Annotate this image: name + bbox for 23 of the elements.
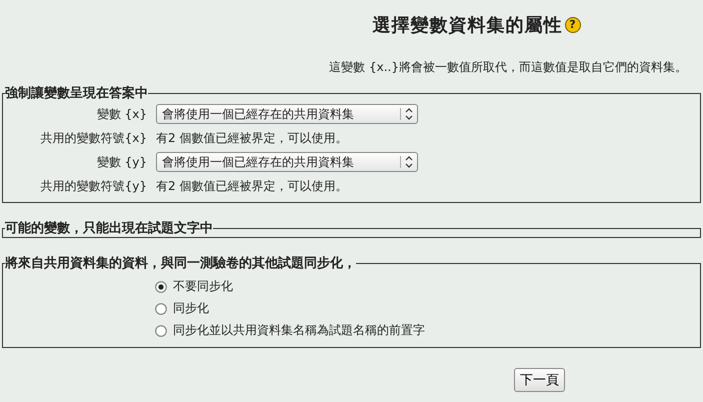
radio-button[interactable]: [155, 280, 167, 292]
option-label: 不要同步化: [173, 278, 233, 295]
field-label: 變數 {y}: [96, 154, 147, 170]
radio-button[interactable]: [155, 302, 167, 314]
caret-icon: [400, 108, 413, 120]
help-icon[interactable]: ?: [564, 17, 580, 33]
radio-button[interactable]: [155, 324, 167, 336]
info-text: 有2 個數值已經被界定，可以使用。: [156, 130, 348, 146]
next-button[interactable]: 下一頁: [514, 368, 565, 392]
section-legend: 可能的變數，只能出現在試題文字中: [5, 219, 213, 237]
page-title: 選擇變數資料集的屬性: [372, 14, 562, 37]
caret-icon: [400, 156, 413, 168]
field-label: 共用的變數符號{x}: [40, 130, 147, 146]
section-legend: 將來自共用資料集的資料，與同一測驗卷的其他試題同步化，: [5, 254, 356, 272]
option-label: 同步化並以共用資料集名稱為試題名稱的前置字: [173, 322, 425, 339]
field-label: 共用的變數符號{y}: [40, 178, 147, 194]
intro-text: 這變數 {x..}將會被一數值所取代，而這數值是取自它們的資料集。: [329, 59, 688, 76]
info-text: 有2 個數值已經被界定，可以使用。: [156, 178, 348, 194]
option-label: 同步化: [173, 300, 209, 317]
section-legend: 強制讓變數呈現在答案中: [5, 84, 148, 102]
field-label: 變數 {x}: [96, 106, 147, 122]
dataset-select[interactable]: 會將使用一個已經存在的共用資料集: [156, 152, 418, 172]
dataset-select[interactable]: 會將使用一個已經存在的共用資料集: [156, 104, 418, 124]
